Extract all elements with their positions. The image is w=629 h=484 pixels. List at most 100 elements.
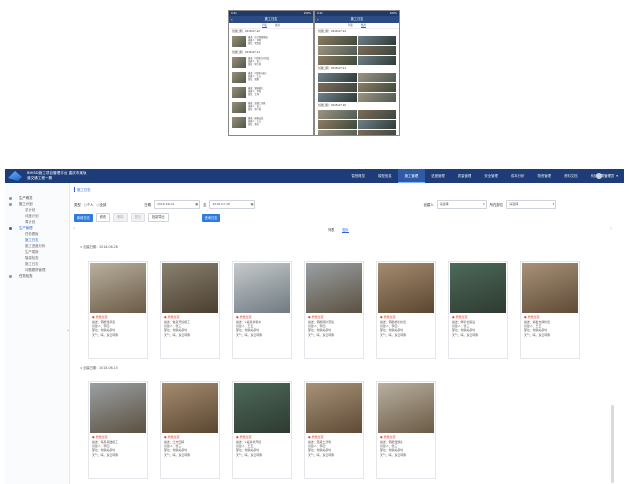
submit-button[interactable]: 提交 <box>130 213 145 222</box>
menu-item[interactable]: 进度管理 <box>425 169 452 183</box>
photo-thumbnail[interactable] <box>357 83 396 92</box>
photo-thumbnail[interactable] <box>357 73 396 82</box>
entry-text: 描述：钢筋绑扎 创建人：李四 部位：主体 <box>248 87 263 100</box>
photo-thumbnail[interactable] <box>357 56 396 65</box>
menu-item[interactable]: 安全管理 <box>478 169 505 183</box>
photo-thumbnail[interactable] <box>318 130 357 135</box>
site-photo[interactable] <box>306 263 362 313</box>
action-row: 新增日志 修改 删除 提交 批量导出 查询日志 <box>74 213 221 222</box>
menu-item[interactable]: 模型信息 <box>372 169 399 183</box>
date-to-input[interactable]: 2018-07-18 ▦ <box>209 200 256 209</box>
back-icon[interactable]: ‹ <box>231 16 233 23</box>
photo-card[interactable]: ● 质量巡查 描述：模板支撑检查 创建人：王五 部位：地铁站基坑 天气：晴，多云转阴 <box>520 261 580 359</box>
photo-card[interactable]: ● 质量巡查 描述：钢筋绑扎检查 创建人：李四 部位：地铁站基坑 天气：晴，多云转阴 <box>376 261 436 359</box>
sidebar-item[interactable]: 任务检查 <box>5 273 69 279</box>
delete-button[interactable]: 删除 <box>113 213 128 222</box>
tab-image-view[interactable]: 图片 <box>342 227 349 233</box>
mobile-title: 施工日志 <box>350 17 364 21</box>
photo-thumbnail[interactable] <box>318 110 357 119</box>
site-photo[interactable] <box>162 263 218 313</box>
photo-thumbnail[interactable] <box>357 36 396 45</box>
creator-label: 创建人 <box>423 203 434 207</box>
entry-text: 描述：综合管廊基础 创建人：李四 部位：地铁站 <box>248 36 268 49</box>
site-photo[interactable] <box>90 263 146 313</box>
creator-select[interactable]: 请选择 ▾ <box>436 200 487 209</box>
photo-thumbnail[interactable] <box>318 73 357 82</box>
photo-card[interactable]: ● 质量巡查 描述：桩基开挖施工 创建人：张三 部位：地铁站基坑 天气：晴，多云转阴 <box>160 261 220 359</box>
site-photo[interactable] <box>378 263 434 313</box>
photo-thumbnail[interactable] <box>318 56 357 65</box>
photo-grid <box>315 72 399 103</box>
vertical-scrollbar[interactable] <box>611 405 614 483</box>
photo-thumbnail[interactable] <box>357 120 396 129</box>
menu-item[interactable]: 施工管理 <box>398 169 425 183</box>
photo-card[interactable]: ● 质量巡查 描述：钢筋网片安装 创建人：李四 部位：地铁站基坑 天气：晴，多云转阴 <box>304 261 364 359</box>
photo-card[interactable]: ● 质量巡查 描述：脚手架搭设 创建人：张三 部位：地铁站基坑 天气：晴，多云转阴 <box>448 261 508 359</box>
menu-item[interactable]: 物资管理 <box>531 169 558 183</box>
photo-card[interactable]: ● 质量巡查 描述：钢筋笼绑扎 创建人：张三 部位：地铁站基坑 天气：晴，多云转阴 <box>376 381 436 479</box>
back-icon[interactable]: ‹ <box>317 16 319 23</box>
site-photo[interactable] <box>162 383 218 433</box>
photo-thumbnail[interactable] <box>357 46 396 55</box>
photo-card[interactable]: ● 质量巡查 描述：土方回填 创建人：张三 部位：地铁站基坑 天气：晴，多云转阴 <box>160 381 220 479</box>
export-button[interactable]: 批量导出 <box>147 213 169 222</box>
entry-text: 描述：C段基坑开挖及 创建人：张三 部位：地下室 <box>248 57 269 70</box>
list-item[interactable]: 描述：混凝土浇筑 创建人：张三 部位：地下室 <box>229 101 313 116</box>
photo-thumbnail[interactable] <box>318 120 357 129</box>
photo-thumbnail[interactable] <box>318 93 357 102</box>
tab-images[interactable]: 图片 <box>275 23 280 28</box>
mobile-list-view: 9:41 100% ‹ 施工日志 列表 图片 创建日期：2018-07-22 描述… <box>228 10 314 136</box>
photo-card[interactable]: ● 质量巡查 描述：塔吊基础施工 创建人：李四 部位：地铁站基坑 天气：晴，多云转阴 <box>88 381 148 479</box>
edit-button[interactable]: 修改 <box>95 213 111 222</box>
photo-card[interactable]: ● 质量巡查 描述：混凝土浇筑 创建人：李四 部位：地铁站基坑 天气：晴，多云转阴 <box>304 381 364 479</box>
menu-item[interactable]: 智慧概览 <box>345 169 372 183</box>
tab-list[interactable]: 列表 <box>348 23 353 28</box>
user-menu[interactable]: 管理员 ▾ <box>596 172 618 180</box>
add-log-button[interactable]: 新增日志 <box>74 213 93 222</box>
photo-thumbnail[interactable] <box>318 46 357 55</box>
list-item[interactable]: 描述：模板安装 创建人：王五 部位：基坑 <box>229 116 313 131</box>
card-weather: 天气：晴，多云转阴 <box>308 332 335 337</box>
query-button[interactable]: 查询日志 <box>201 213 221 222</box>
menu-item[interactable]: 资料文档 <box>558 169 585 183</box>
site-photo[interactable] <box>90 383 146 433</box>
site-photo[interactable] <box>234 263 290 313</box>
menu-item[interactable]: 质量管理 <box>451 169 478 183</box>
part-select[interactable]: 请选择 ▾ <box>506 200 557 209</box>
photo-thumbnail[interactable] <box>318 36 357 45</box>
avatar <box>596 173 603 179</box>
list-item[interactable]: 描述：C段基坑开挖及 创建人：张三 部位：地下室 <box>229 56 313 71</box>
list-item[interactable]: 描述：综合管廊基础 创建人：李四 部位：地铁站 <box>229 35 313 50</box>
mobile-image-view: 9:41 100% ‹ 施工日志 列表 图片 创建日期：2018-07-22 创建… <box>314 10 400 136</box>
collapse-sidebar-icon[interactable]: ‹ <box>67 328 69 334</box>
entry-line: 部位：地铁站 <box>248 42 262 45</box>
photo-thumbnail[interactable] <box>357 130 396 135</box>
site-photo[interactable] <box>378 383 434 433</box>
type-option-personal[interactable]: ○个人 <box>84 202 94 207</box>
site-photo[interactable] <box>306 383 362 433</box>
photo-card[interactable]: ● 质量巡查 描述：钢筋笼吊装 创建人：李四 部位：地铁站基坑 天气：晴，多云转阴 <box>88 261 148 359</box>
type-option-all[interactable]: ○全部 <box>97 202 107 207</box>
photo-card[interactable]: ● 质量巡查 描述：C段基坑积水 创建人：王五 部位：地铁站基坑 天气：晴，多云转阴 <box>232 261 292 359</box>
tab-list[interactable]: 列表 <box>261 23 267 28</box>
tab-list-view[interactable]: 列表 <box>328 227 334 233</box>
site-photo[interactable] <box>522 263 578 313</box>
sidebar-item-label: 生产管理 <box>19 226 33 230</box>
site-photo[interactable] <box>234 383 290 433</box>
date-from-input[interactable]: 2018-06-01 ▦ <box>154 200 201 209</box>
photo-thumbnail[interactable] <box>357 110 396 119</box>
site-photo[interactable] <box>450 263 506 313</box>
tab-images[interactable]: 图片 <box>361 23 367 28</box>
list-item[interactable]: 描述：钢筋绑扎 创建人：李四 部位：主体 <box>229 86 313 101</box>
chevron-down-icon: ▾ <box>483 202 485 206</box>
list-item[interactable]: 描述：C段基坑施工 创建人：王五 部位：管廊 <box>229 71 313 86</box>
photo-thumbnail[interactable] <box>318 83 357 92</box>
calendar-icon: ▦ <box>250 202 254 206</box>
next-arrow-icon[interactable]: › <box>610 226 612 232</box>
entry-line: 部位：基坑 <box>248 123 259 126</box>
photo-thumbnail[interactable] <box>357 93 396 102</box>
chevron-down-icon: ▾ <box>552 202 555 206</box>
prev-arrow-icon[interactable]: ‹ <box>73 226 75 232</box>
photo-card[interactable]: ● 质量巡查 描述：C段基坑开挖 创建人：王五 部位：地铁站基坑 天气：晴，多云转阴 <box>232 381 292 479</box>
menu-item[interactable]: 成本分析 <box>504 169 531 183</box>
